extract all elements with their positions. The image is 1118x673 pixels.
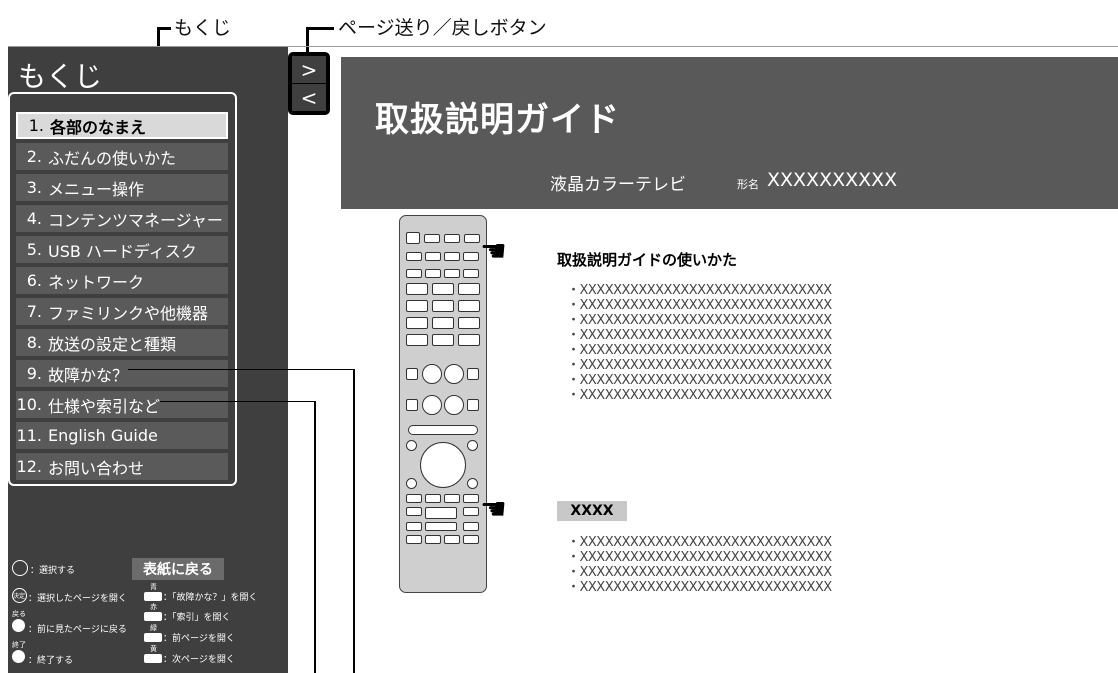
toc-callout-line <box>157 27 171 30</box>
section-title: XXXX <box>557 501 627 521</box>
menu-item-specs-index[interactable]: 10. 仕様や索引など <box>16 391 228 418</box>
menu-item-number: 12. <box>16 457 42 476</box>
menu-item-number: 11. <box>16 426 42 445</box>
body-text-line: ・XXXXXXXXXXXXXXXXXXXXXXXXXXXXXX <box>567 283 832 298</box>
menu-item-contact[interactable]: 12. お問い合わせ <box>16 453 228 480</box>
menu-item-label: 仕様や索引など <box>48 396 161 416</box>
body-text-line: ・XXXXXXXXXXXXXXXXXXXXXXXXXXXXXX <box>567 388 832 403</box>
body-text-line: ・XXXXXXXXXXXXXXXXXXXXXXXXXXXXXX <box>567 313 832 328</box>
menu-item-number: 7. <box>26 302 42 321</box>
legend-exit: ：終了する <box>28 656 74 666</box>
menu-item-network[interactable]: 6. ネットワーク <box>16 267 228 294</box>
legend-green: ：前ページを開く <box>163 634 235 644</box>
menu-item-label: 故障かな？ <box>48 365 129 385</box>
body-text-line: ・XXXXXXXXXXXXXXXXXXXXXXXXXXXXXX <box>567 550 832 565</box>
menu-item-troubleshooting[interactable]: 9. 故障かな？ <box>16 360 228 387</box>
body-text-line: ・XXXXXXXXXXXXXXXXXXXXXXXXXXXXXX <box>567 565 832 580</box>
remote-control-icon <box>399 215 487 593</box>
menu-item-label: ファミリンクや他機器 <box>48 303 209 323</box>
yellow-key-icon <box>144 654 162 663</box>
next-page-button[interactable]: > <box>292 56 326 83</box>
yellow-key-label: 黄 <box>150 645 157 653</box>
toc-callout-label: もくじ <box>174 17 232 39</box>
menu-item-number: 5. <box>26 240 42 259</box>
menu-item-broadcast[interactable]: 8. 放送の設定と種類 <box>16 329 228 356</box>
model-number: XXXXXXXXXX <box>767 169 898 191</box>
back-to-cover-button[interactable]: 表紙に戻る <box>132 558 224 580</box>
dpad-icon <box>12 560 28 576</box>
menu-item-number: 9. <box>26 364 42 383</box>
page-buttons-callout-line <box>306 27 309 52</box>
menu-item-english-guide[interactable]: 11. English Guide <box>16 422 228 449</box>
menu-item-famylink[interactable]: 7. ファミリンクや他機器 <box>16 298 228 325</box>
exit-key-icon <box>12 650 25 663</box>
menu-item-label: ネットワーク <box>48 272 145 292</box>
legend-select: ：選択する <box>30 566 76 576</box>
menu-item-menu-operation[interactable]: 3. メニュー操作 <box>16 174 228 201</box>
menu-item-content-manager[interactable]: 4. コンテンツマネージャー <box>16 205 228 232</box>
previous-page-button[interactable]: < <box>292 84 326 111</box>
menu-item-label: USB ハードディスク <box>48 241 197 261</box>
menu-item-usb-hdd[interactable]: 5. USB ハードディスク <box>16 236 228 263</box>
pointing-hand-icon: ☚ <box>480 492 507 527</box>
pointing-hand-icon: ☚ <box>480 234 507 269</box>
menu-item-number: 1. <box>28 116 44 135</box>
back-key-icon <box>12 619 25 632</box>
body-text-line: ・XXXXXXXXXXXXXXXXXXXXXXXXXXXXXX <box>567 535 832 550</box>
model-label: 形名 <box>737 178 759 191</box>
body-text-line: ・XXXXXXXXXXXXXXXXXXXXXXXXXXXXXX <box>567 358 832 373</box>
menu-item-label: ふだんの使いかた <box>48 148 177 168</box>
menu-item-parts[interactable]: 1. 各部のなまえ <box>16 112 228 139</box>
menu-item-number: 6. <box>26 271 42 290</box>
product-name: 液晶カラーテレビ <box>550 175 686 195</box>
menu-item-label: English Guide <box>48 426 158 445</box>
troubleshooting-leader-line <box>128 369 354 370</box>
menu-item-label: 放送の設定と種類 <box>48 334 177 354</box>
green-key-label: 緑 <box>150 624 157 632</box>
body-text-line: ・XXXXXXXXXXXXXXXXXXXXXXXXXXXXXX <box>567 580 832 595</box>
menu-item-label: メニュー操作 <box>48 179 145 199</box>
troubleshooting-leader-line <box>353 369 355 673</box>
legend-red: ：「索引」を開く <box>163 613 231 623</box>
legend-blue: ：「故障かな？」を開く <box>163 593 258 603</box>
legend-yellow: ：次ページを開く <box>163 655 235 665</box>
legend-open-selected: ：選択したページを開く <box>28 594 127 604</box>
menu-item-usage[interactable]: 2. ふだんの使いかた <box>16 143 228 170</box>
toc-menu: 1. 各部のなまえ 2. ふだんの使いかた 3. メニュー操作 4. コンテンツ… <box>8 92 237 486</box>
menu-item-number: 2. <box>26 147 42 166</box>
blue-key-icon <box>144 592 162 601</box>
menu-item-label: 各部のなまえ <box>50 117 147 137</box>
page-buttons-callout-line <box>306 27 334 30</box>
sidebar: もくじ 1. 各部のなまえ 2. ふだんの使いかた 3. メニュー操作 4. コ… <box>8 47 288 673</box>
specs-leader-line <box>160 401 316 402</box>
section-title: 取扱説明ガイドの使いかた <box>557 251 738 269</box>
page-navigation-buttons: > < <box>288 52 330 115</box>
menu-item-number: 10. <box>16 395 42 414</box>
body-text-line: ・XXXXXXXXXXXXXXXXXXXXXXXXXXXXXX <box>567 328 832 343</box>
body-text-line: ・XXXXXXXXXXXXXXXXXXXXXXXXXXXXXX <box>567 343 832 358</box>
body-text-line: ・XXXXXXXXXXXXXXXXXXXXXXXXXXXXXX <box>567 373 832 388</box>
guide-title: 取扱説明ガイド <box>375 100 620 140</box>
body-text-line: ・XXXXXXXXXXXXXXXXXXXXXXXXXXXXXX <box>567 298 832 313</box>
green-key-icon <box>144 633 162 642</box>
exit-key-label: 終了 <box>12 641 26 649</box>
red-key-label: 赤 <box>150 603 157 611</box>
blue-key-label: 青 <box>150 583 157 591</box>
menu-item-number: 4. <box>26 209 42 228</box>
menu-item-number: 3. <box>26 178 42 197</box>
red-key-icon <box>144 612 162 621</box>
menu-item-label: お問い合わせ <box>48 458 145 478</box>
guide-header: 取扱説明ガイド 液晶カラーテレビ 形名 XXXXXXXXXX <box>341 57 1118 209</box>
legend-back: ：前に見たページに戻る <box>28 625 127 635</box>
enter-key-label: 決定 <box>13 593 26 600</box>
specs-leader-line <box>314 401 316 673</box>
back-key-label: 戻る <box>12 610 26 618</box>
page-buttons-callout-label: ページ送り／戻しボタン <box>338 17 547 39</box>
menu-item-label: コンテンツマネージャー <box>48 210 223 230</box>
menu-item-number: 8. <box>26 333 42 352</box>
sidebar-title: もくじ <box>18 60 103 93</box>
